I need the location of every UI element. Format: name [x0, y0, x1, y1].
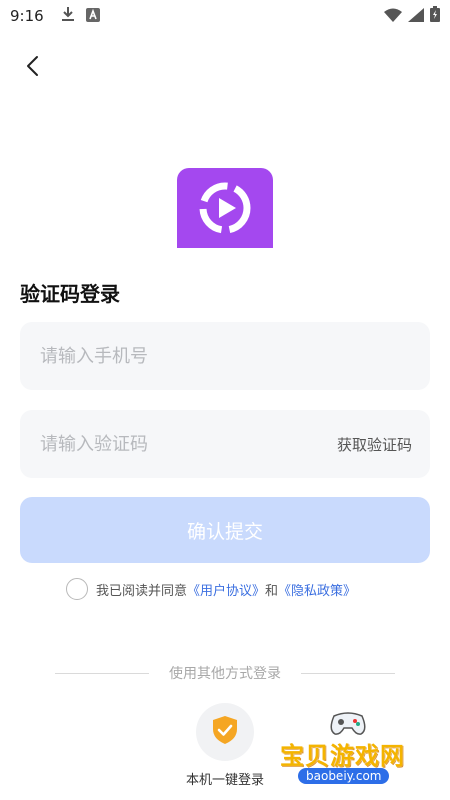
- get-code-button[interactable]: 获取验证码: [337, 410, 412, 478]
- agree-checkbox[interactable]: [66, 578, 88, 600]
- phone-input-box: [20, 322, 430, 390]
- agreement-row: 我已阅读并同意 《用户协议》 和 《隐私政策》: [66, 578, 356, 600]
- one-click-login-button[interactable]: 本机一键登录: [180, 703, 270, 788]
- shield-check-icon: [212, 715, 238, 749]
- divider-text: 使用其他方式登录: [169, 666, 281, 682]
- back-arrow-icon: [24, 55, 40, 81]
- app-logo-mark: [199, 182, 251, 234]
- a-badge-icon: [86, 7, 100, 26]
- divider-line-left: [55, 672, 149, 674]
- other-login-divider: 使用其他方式登录: [55, 663, 395, 683]
- code-input[interactable]: [20, 410, 320, 478]
- submit-button[interactable]: 确认提交: [20, 497, 430, 563]
- one-click-circle: [196, 703, 254, 761]
- page-title: 验证码登录: [20, 282, 120, 306]
- status-bar: 9:16: [0, 0, 450, 32]
- divider-line-right: [301, 672, 395, 674]
- watermark-title: 宝贝游戏网: [280, 742, 405, 770]
- app-logo: [177, 168, 273, 248]
- one-click-label: 本机一键登录: [185, 773, 264, 788]
- battery-icon: [430, 6, 440, 26]
- phone-input[interactable]: [20, 322, 430, 390]
- user-agreement-link[interactable]: 《用户协议》: [187, 580, 265, 599]
- wifi-icon: [384, 7, 402, 26]
- download-icon: [60, 6, 76, 26]
- signal-icon: [408, 7, 424, 26]
- site-watermark: 宝贝游戏网 baobeiy.com: [280, 708, 440, 798]
- code-input-box: 获取验证码: [20, 410, 430, 478]
- agreement-prefix: 我已阅读并同意: [96, 583, 188, 599]
- status-time: 9:16: [10, 7, 44, 25]
- privacy-policy-link[interactable]: 《隐私政策》: [278, 580, 356, 599]
- back-button[interactable]: [18, 54, 46, 82]
- agreement-and: 和: [265, 583, 279, 599]
- watermark-url: baobeiy.com: [298, 768, 390, 784]
